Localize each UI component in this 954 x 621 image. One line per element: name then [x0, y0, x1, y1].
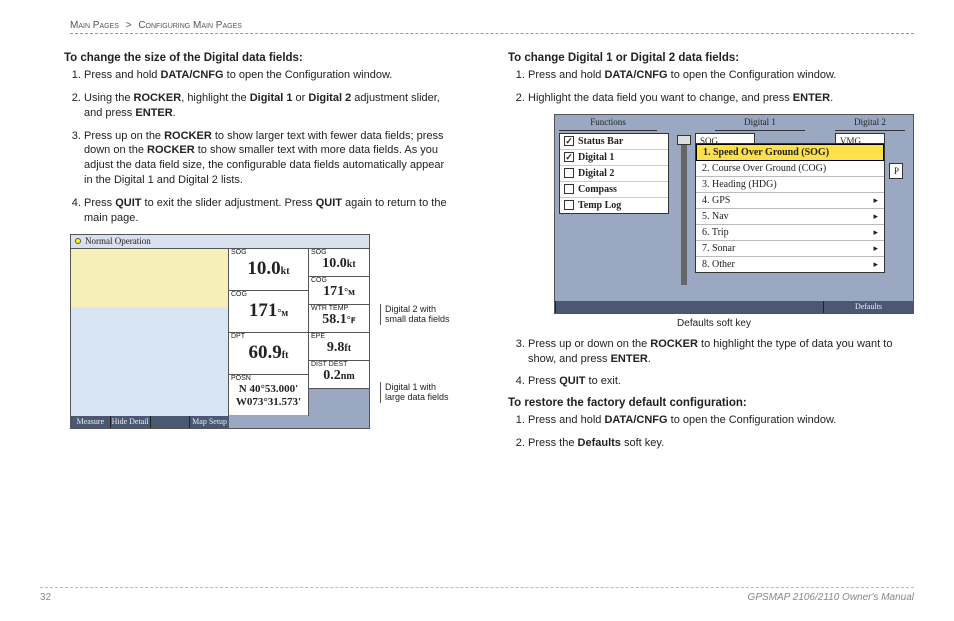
steps-change-cont: Press up or down on the ROCKER to highli…	[484, 337, 914, 390]
status-icon	[75, 238, 81, 244]
check-icon: ✓	[564, 152, 574, 162]
page-number: 32	[40, 592, 51, 603]
softkey-mapsetup: Map Setup	[190, 416, 229, 428]
chevron-right-icon: ▸	[873, 243, 878, 254]
heading-change-fields: To change Digital 1 or Digital 2 data fi…	[508, 52, 914, 64]
check-icon	[564, 200, 574, 210]
chevron-right-icon: ▸	[873, 227, 878, 238]
data-type-menu: 1. Speed Over Ground (SOG) 2. Course Ove…	[695, 143, 885, 273]
colhdr-functions: Functions	[559, 117, 657, 131]
callout-digital-2: Digital 2 with small data fields	[380, 304, 450, 326]
chart-screenshot: Normal Operation SOG10.0kt COG171°ᴍ DPT6…	[70, 234, 370, 429]
step-r2: Highlight the data field you want to cha…	[528, 91, 914, 106]
colhdr-digital1: Digital 1	[715, 117, 805, 131]
cell-posn: POSNN 40°53.000'W073°31.573'	[229, 375, 308, 415]
slider	[681, 135, 687, 285]
step-r1: Press and hold DATA/CNFG to open the Con…	[528, 68, 914, 83]
digital-2-column: SOG10.0kt COG171°ᴍ WTR TEMP58.1°ꜰ EPE9.8…	[309, 249, 369, 416]
digital-1-column: SOG10.0kt COG171°ᴍ DPT60.9ft POSNN 40°53…	[229, 249, 309, 416]
step-3: Press up on the ROCKER to show larger te…	[84, 129, 454, 188]
menu-trip: 6. Trip▸	[696, 225, 884, 241]
manual-title: GPSMAP 2106/2110 Owner's Manual	[748, 592, 914, 603]
title-text: Normal Operation	[85, 236, 151, 246]
chevron-right-icon: ▸	[873, 211, 878, 222]
fn-templog: Temp Log	[560, 198, 668, 213]
fn-digital2: Digital 2	[560, 166, 668, 182]
callout-digital-1: Digital 1 with large data fields	[380, 382, 450, 404]
softkey-measure: Measure	[71, 416, 111, 428]
sidecell-p: P	[889, 163, 903, 179]
step-rest-2: Press the Defaults soft key.	[528, 436, 914, 451]
chevron-right-icon: ▸	[873, 195, 878, 206]
colhdr-digital2: Digital 2	[835, 117, 905, 131]
figure-1: Normal Operation SOG10.0kt COG171°ᴍ DPT6…	[70, 234, 454, 429]
step-1: Press and hold DATA/CNFG to open the Con…	[84, 68, 454, 83]
cell-sog-1: SOG10.0kt	[229, 249, 308, 291]
fn-compass: Compass	[560, 182, 668, 198]
breadcrumb-b: Configuring Main Pages	[138, 20, 242, 31]
softkey-bar: Measure Hide Detail Map Setup	[71, 416, 229, 428]
step-4: Press QUIT to exit the slider adjustment…	[84, 196, 454, 226]
step-r3: Press up or down on the ROCKER to highli…	[528, 337, 914, 367]
menu-sonar: 7. Sonar▸	[696, 241, 884, 257]
cell-dpt: DPT60.9ft	[229, 333, 308, 375]
menu-other: 8. Other▸	[696, 257, 884, 272]
figure-2: Functions Digital 1 Digital 2 ✓Status Ba…	[514, 114, 914, 329]
cell-sog-2: SOG10.0kt	[309, 249, 369, 277]
menu-gps: 4. GPS▸	[696, 193, 884, 209]
cell-cog-1: COG171°ᴍ	[229, 291, 308, 333]
menu-hdg: 3. Heading (HDG)	[696, 177, 884, 193]
map-area	[71, 249, 229, 416]
config-screenshot: Functions Digital 1 Digital 2 ✓Status Ba…	[554, 114, 914, 314]
functions-panel: ✓Status Bar ✓Digital 1 Digital 2 Compass…	[559, 133, 669, 214]
chevron-right-icon: ▸	[873, 259, 878, 270]
right-column: To change Digital 1 or Digital 2 data fi…	[484, 46, 914, 459]
page-footer: 32 GPSMAP 2106/2110 Owner's Manual	[40, 587, 914, 603]
softkey-bar-2: Defaults	[555, 301, 913, 313]
step-rest-1: Press and hold DATA/CNFG to open the Con…	[528, 413, 914, 428]
heading-size: To change the size of the Digital data f…	[64, 52, 454, 64]
menu-cog: 2. Course Over Ground (COG)	[696, 161, 884, 177]
softkey-hide: Hide Detail	[111, 416, 151, 428]
step-2: Using the ROCKER, highlight the Digital …	[84, 91, 454, 121]
check-icon: ✓	[564, 136, 574, 146]
softkey-blank	[151, 416, 191, 428]
check-icon	[564, 184, 574, 194]
cell-epe: EPE9.8ft	[309, 333, 369, 361]
softkey-blank	[555, 301, 823, 313]
step-r4: Press QUIT to exit.	[528, 374, 914, 389]
fn-digital1: ✓Digital 1	[560, 150, 668, 166]
breadcrumb-a: Main Pages	[70, 20, 119, 31]
title-bar: Normal Operation	[71, 235, 369, 249]
cell-dist: DIST DEST0.2nm	[309, 361, 369, 389]
slider-thumb	[677, 135, 691, 145]
steps-size: Press and hold DATA/CNFG to open the Con…	[40, 68, 454, 226]
left-column: To change the size of the Digital data f…	[40, 46, 454, 459]
breadcrumb: Main Pages > Configuring Main Pages	[70, 20, 914, 34]
check-icon	[564, 168, 574, 178]
cell-cog-2: COG171°ᴍ	[309, 277, 369, 305]
menu-nav: 5. Nav▸	[696, 209, 884, 225]
softkey-defaults: Defaults	[823, 301, 913, 313]
steps-change: Press and hold DATA/CNFG to open the Con…	[484, 68, 914, 106]
breadcrumb-sep: >	[126, 20, 132, 31]
figure-2-caption: Defaults soft key	[514, 318, 914, 329]
heading-restore: To restore the factory default configura…	[508, 397, 914, 409]
steps-restore: Press and hold DATA/CNFG to open the Con…	[484, 413, 914, 451]
menu-sog: 1. Speed Over Ground (SOG)	[696, 144, 884, 161]
fn-statusbar: ✓Status Bar	[560, 134, 668, 150]
cell-wtr: WTR TEMP58.1°ꜰ	[309, 305, 369, 333]
